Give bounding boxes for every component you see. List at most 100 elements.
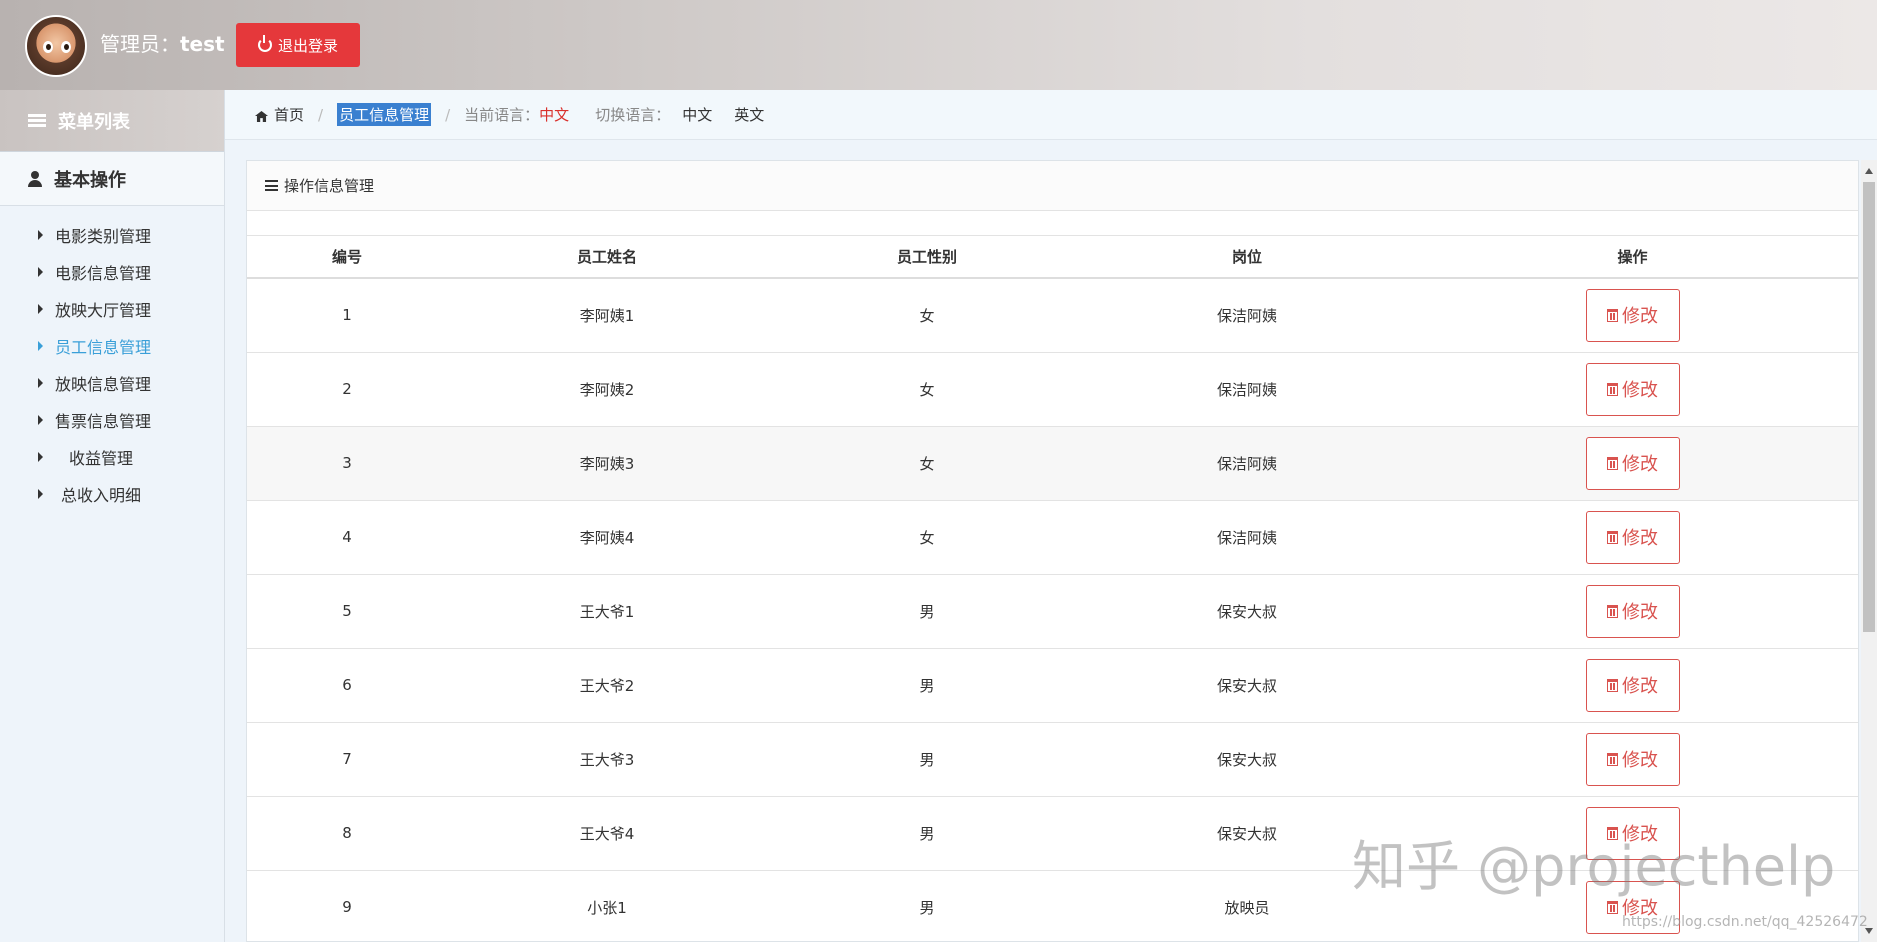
table-row: 6 王大爷2 男保安大叔 修改 — [247, 648, 1858, 723]
cell-post: 保安大叔 — [1087, 574, 1407, 649]
watermark-url: https://blog.csdn.net/qq_42526472 — [1622, 914, 1868, 930]
edit-button[interactable]: 修改 — [1585, 658, 1680, 712]
column-header-name: 员工姓名 — [447, 236, 767, 279]
cell-action: 修改 — [1407, 278, 1858, 353]
breadcrumb-home[interactable]: 首页 — [274, 104, 304, 125]
edit-button[interactable]: 修改 — [1585, 288, 1680, 342]
cell-action: 修改 — [1407, 426, 1858, 501]
avatar-eye-left — [43, 41, 53, 53]
home-icon — [255, 111, 268, 122]
section-title-label: 基本操作 — [54, 169, 126, 191]
watermark: 知乎 @projecthelp — [1352, 835, 1836, 898]
admin-label: 管理员：test — [100, 28, 225, 57]
cell-name: 王大爷1 — [447, 574, 767, 649]
cell-post: 保洁阿姨 — [1087, 500, 1407, 575]
cell-gender: 男 — [767, 870, 1087, 942]
cell-post: 保洁阿姨 — [1087, 352, 1407, 427]
cell-action: 修改 — [1407, 500, 1858, 575]
scroll-up-arrow-icon[interactable] — [1865, 168, 1873, 174]
cell-post: 保安大叔 — [1087, 722, 1407, 797]
sidebar-item-label: 电影类别管理 — [55, 226, 152, 246]
nav-list: 电影类别管理 电影信息管理 放映大厅管理 员工信息管理 放映信息管理 售票信息管… — [0, 206, 224, 512]
avatar-eye-right — [61, 41, 71, 53]
sidebar-item-label: 售票信息管理 — [55, 411, 152, 431]
sidebar-item-screening[interactable]: 放映信息管理 — [0, 364, 224, 401]
cell-post: 保安大叔 — [1087, 648, 1407, 723]
sidebar-item-label: 员工信息管理 — [55, 337, 152, 357]
cell-name: 王大爷2 — [447, 648, 767, 723]
edit-button[interactable]: 修改 — [1585, 732, 1680, 786]
cell-id: 9 — [247, 870, 447, 942]
cell-id: 8 — [247, 796, 447, 871]
cell-action: 修改 — [1407, 352, 1858, 427]
cell-name: 李阿姨3 — [447, 426, 767, 501]
breadcrumb-separator: / — [318, 105, 324, 124]
trash-icon — [1607, 456, 1618, 470]
cell-id: 7 — [247, 722, 447, 797]
cell-action: 修改 — [1407, 722, 1858, 797]
sidebar-item-movie-info[interactable]: 电影信息管理 — [0, 253, 224, 290]
cell-gender: 女 — [767, 426, 1087, 501]
caret-right-icon — [38, 303, 43, 314]
cell-name: 王大爷3 — [447, 722, 767, 797]
caret-right-icon — [38, 488, 43, 499]
edit-button[interactable]: 修改 — [1585, 436, 1680, 490]
sidebar: 菜单列表 基本操作 电影类别管理 电影信息管理 放映大厅管理 员工信息管理 放映… — [0, 90, 225, 942]
language-option-en[interactable]: 英文 — [734, 104, 764, 125]
panel-header: 操作信息管理 — [247, 161, 1858, 211]
cell-name: 小张1 — [447, 870, 767, 942]
caret-right-icon — [38, 340, 43, 351]
language-option-zh[interactable]: 中文 — [682, 104, 712, 125]
edit-button[interactable]: 修改 — [1585, 362, 1680, 416]
cell-name: 李阿姨4 — [447, 500, 767, 575]
edit-button[interactable]: 修改 — [1585, 510, 1680, 564]
table-row: 4 李阿姨4 女保洁阿姨 修改 — [247, 500, 1858, 575]
cell-action: 修改 — [1407, 648, 1858, 723]
logout-button[interactable]: 退出登录 — [236, 23, 360, 67]
breadcrumb-separator: / — [445, 105, 451, 124]
sidebar-item-label: 放映信息管理 — [55, 374, 152, 394]
cell-id: 3 — [247, 426, 447, 501]
edit-label: 修改 — [1622, 676, 1658, 697]
table-row: 3 李阿姨3 女保洁阿姨 修改 — [247, 426, 1858, 501]
sidebar-item-ticket[interactable]: 售票信息管理 — [0, 401, 224, 438]
edit-label: 修改 — [1622, 380, 1658, 401]
sidebar-item-movie-category[interactable]: 电影类别管理 — [0, 216, 224, 253]
scroll-thumb[interactable] — [1863, 182, 1875, 632]
trash-icon — [1607, 308, 1618, 322]
column-header-action: 操作 — [1407, 236, 1858, 279]
sidebar-item-hall[interactable]: 放映大厅管理 — [0, 290, 224, 327]
sidebar-item-label: 电影信息管理 — [55, 263, 152, 283]
menu-title: 菜单列表 — [0, 90, 224, 152]
power-icon — [257, 35, 272, 52]
caret-right-icon — [38, 451, 43, 462]
current-language-value: 中文 — [539, 106, 570, 124]
trash-icon — [1607, 382, 1618, 396]
caret-right-icon — [38, 266, 43, 277]
sidebar-item-label: 放映大厅管理 — [55, 300, 152, 320]
section-basic-operations[interactable]: 基本操作 — [0, 152, 224, 206]
breadcrumb-current: 员工信息管理 — [337, 103, 432, 126]
sidebar-item-income-detail[interactable]: 总收入明细 — [0, 475, 224, 512]
edit-button[interactable]: 修改 — [1585, 584, 1680, 638]
cell-name: 王大爷4 — [447, 796, 767, 871]
sidebar-item-label: 收益管理 — [69, 448, 134, 468]
cell-id: 2 — [247, 352, 447, 427]
sidebar-item-revenue[interactable]: 收益管理 — [0, 438, 224, 475]
cell-post: 保洁阿姨 — [1087, 278, 1407, 353]
cell-gender: 女 — [767, 500, 1087, 575]
cell-id: 5 — [247, 574, 447, 649]
admin-name: test — [180, 32, 225, 56]
menu-title-label: 菜单列表 — [58, 111, 130, 133]
vertical-scrollbar[interactable] — [1861, 160, 1877, 942]
trash-icon — [1607, 604, 1618, 618]
table-row: 5 王大爷1 男保安大叔 修改 — [247, 574, 1858, 649]
trash-icon — [1607, 530, 1618, 544]
edit-label: 修改 — [1622, 528, 1658, 549]
edit-label: 修改 — [1622, 306, 1658, 328]
current-language-label: 当前语言： — [464, 106, 540, 124]
caret-right-icon — [38, 229, 43, 240]
cell-gender: 男 — [767, 574, 1087, 649]
cell-name: 李阿姨1 — [447, 278, 767, 353]
sidebar-item-employee[interactable]: 员工信息管理 — [0, 327, 224, 364]
